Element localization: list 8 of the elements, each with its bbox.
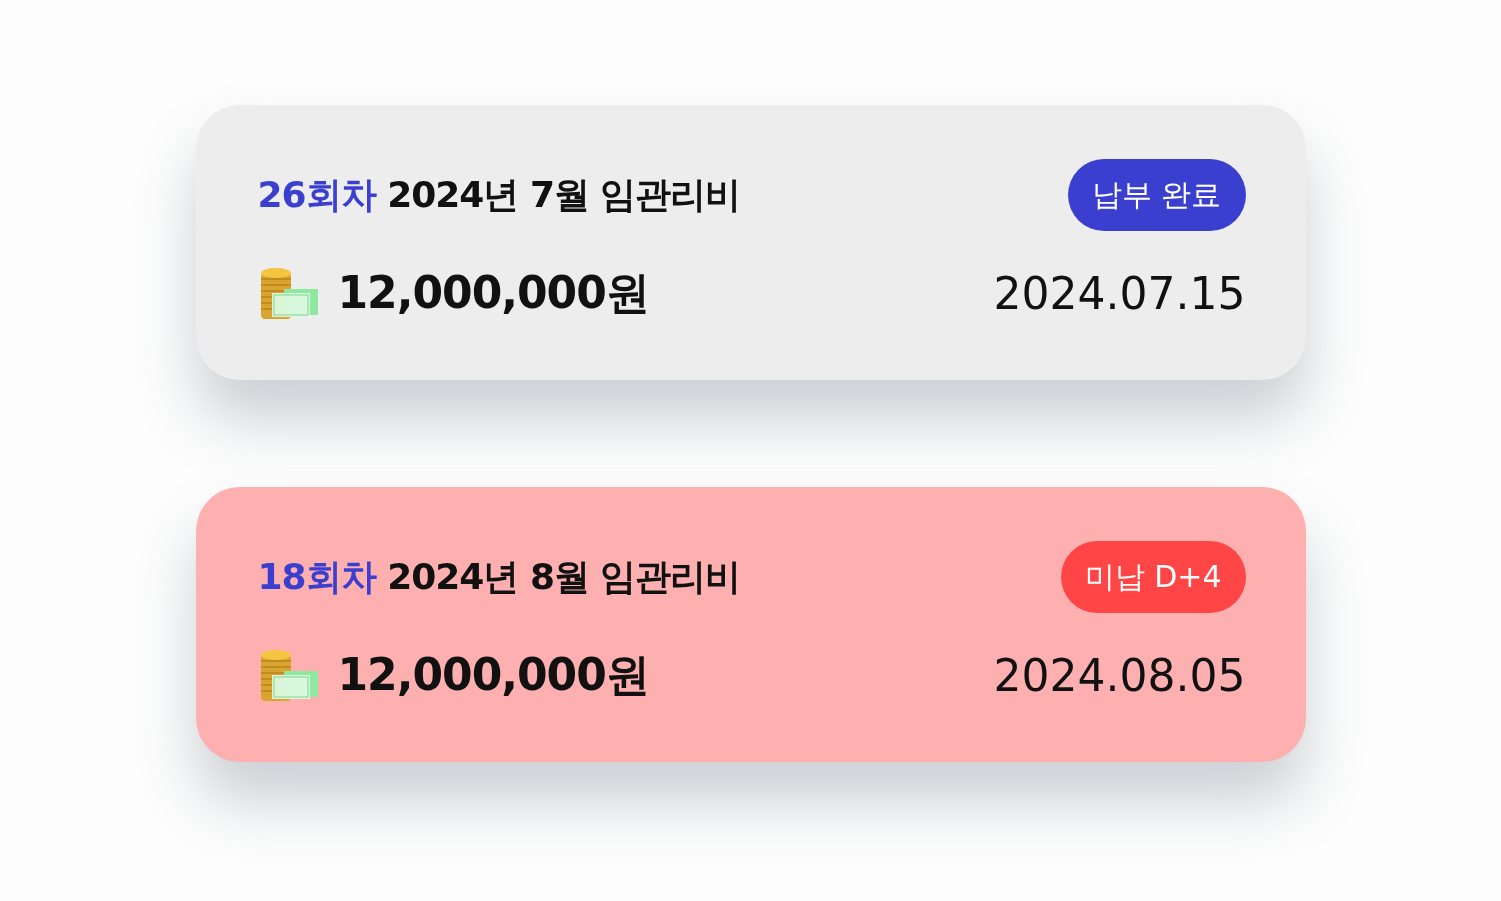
date-text: 2024.07.15 xyxy=(993,267,1246,319)
amount-text: 12,000,000원 xyxy=(337,647,649,702)
status-badge: 미납 D+4 xyxy=(1060,541,1246,613)
payment-title: 26회차 2024년 7월 임관리비 xyxy=(257,172,741,217)
payment-title: 18회차 2024년 8월 임관리비 xyxy=(257,554,741,599)
amount-text: 12,000,000원 xyxy=(337,265,649,320)
date-text: 2024.08.05 xyxy=(993,649,1246,701)
status-badge: 납부 완료 xyxy=(1067,159,1246,231)
